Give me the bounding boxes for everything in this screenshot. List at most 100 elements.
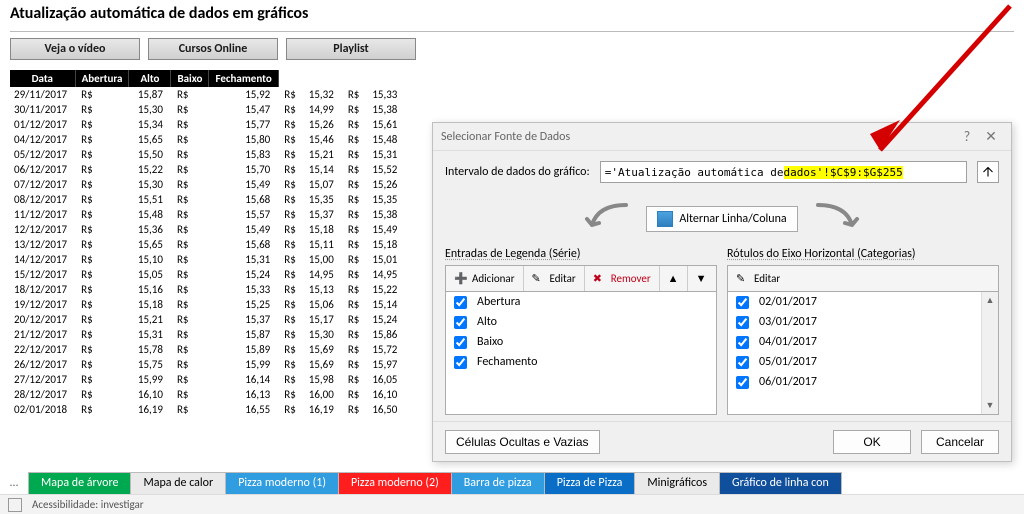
series-item[interactable]: Abertura [446,292,716,312]
courses-button[interactable]: Cursos Online [148,38,278,60]
table-row[interactable]: 27/12/2017R$15,99R$16,14R$15,98R$16,05 [10,372,405,387]
remove-label: Remover [611,272,651,285]
axis-item[interactable]: 06/01/2017 [728,372,998,392]
hidden-cells-button[interactable]: Células Ocultas e Vazias [445,430,600,454]
axis-label: 04/01/2017 [759,335,817,349]
playlist-button[interactable]: Playlist [286,38,416,60]
series-label: Fechamento [477,355,537,369]
table-row[interactable]: 15/12/2017R$15,05R$15,24R$14,95R$14,95 [10,267,405,282]
axis-item[interactable]: 02/01/2017 [728,292,998,312]
add-label: Adicionar [472,272,515,285]
axis-checkbox[interactable] [736,316,749,329]
scroll-up-icon[interactable]: ▲ [982,292,998,309]
chart-range-label: Intervalo de dados do gráfico: [445,165,590,179]
close-icon[interactable]: ✕ [979,128,1003,145]
help-icon[interactable]: ? [955,128,979,145]
table-row[interactable]: 26/12/2017R$15,75R$15,99R$15,69R$15,97 [10,357,405,372]
table-row[interactable]: 11/12/2017R$15,48R$15,57R$15,37R$15,38 [10,207,405,222]
table-row[interactable]: 13/12/2017R$15,65R$15,68R$15,11R$15,18 [10,237,405,252]
series-checkbox[interactable] [454,356,467,369]
axis-item[interactable]: 03/01/2017 [728,312,998,332]
legend-panel: Entradas de Legenda (Série) ➕Adicionar ✎… [445,245,717,415]
table-row[interactable]: 04/12/2017R$15,65R$15,80R$15,46R$15,48 [10,132,405,147]
sheet-tab[interactable]: Barra de pizza [451,472,545,494]
series-listbox[interactable]: AberturaAltoBaixo Fechamento [445,291,717,415]
series-checkbox[interactable] [454,336,467,349]
cancel-button[interactable]: Cancelar [921,430,999,454]
table-row[interactable]: 08/12/2017R$15,51R$15,68R$15,35R$15,35 [10,192,405,207]
accessibility-status: Acessibilidade: investigar [32,498,144,511]
series-item[interactable]: Fechamento [446,352,716,372]
scrollbar[interactable]: ▲ ▼ [981,292,998,414]
table-row[interactable]: 02/01/2018R$16,19R$16,55R$16,19R$16,50 [10,402,405,417]
video-button[interactable]: Veja o vídeo [10,38,140,60]
axis-checkbox[interactable] [736,376,749,389]
table-row[interactable]: 14/12/2017R$15,10R$15,31R$15,00R$15,01 [10,252,405,267]
divider [10,31,1014,32]
table-row[interactable]: 01/12/2017R$15,34R$15,77R$15,26R$15,61 [10,117,405,132]
sheet-tab[interactable]: Mapa de calor [130,472,226,494]
col-header: Data [10,70,75,87]
sheet-tab[interactable]: Pizza de Pizza [544,472,636,494]
axis-item[interactable]: 04/01/2017 [728,332,998,352]
series-item[interactable]: Alto [446,312,716,332]
axis-item[interactable]: 05/01/2017 [728,352,998,372]
remove-icon: ✖ [593,272,607,286]
sheet-tab[interactable]: Gráfico de linha con [719,472,842,494]
table-row[interactable]: 20/12/2017R$15,21R$15,37R$15,17R$15,24 [10,312,405,327]
page-title: Atualização automática de dados em gráfi… [0,0,1024,31]
table-row[interactable]: 19/12/2017R$15,18R$15,25R$15,06R$15,14 [10,297,405,312]
sheet-tab[interactable]: Pizza moderno (1) [225,472,339,494]
move-down-button[interactable]: ▼ [688,266,715,291]
axis-toolbar: ✎Editar [727,265,999,291]
edit-icon: ✎ [532,272,546,286]
switch-row-col-button[interactable]: Alternar Linha/Coluna [646,206,797,232]
series-checkbox[interactable] [454,316,467,329]
add-series-button[interactable]: ➕Adicionar [446,266,524,291]
data-table: DataAberturaAltoBaixoFechamento 29/11/20… [10,70,405,417]
table-row[interactable]: 07/12/2017R$15,30R$15,49R$15,07R$15,26 [10,177,405,192]
series-checkbox[interactable] [454,296,467,309]
axis-panel-label: Rótulos do Eixo Horizontal (Categorias) [727,247,999,261]
series-item[interactable]: Baixo [446,332,716,352]
dialog-titlebar[interactable]: Selecionar Fonte de Dados ? ✕ [433,123,1011,151]
table-row[interactable]: 29/11/2017R$15,87R$15,92R$15,32R$15,33 [10,87,405,102]
range-picker-button[interactable] [977,161,999,183]
chart-range-input[interactable]: ='Atualização automática de dados'!$C$9:… [600,161,967,183]
col-header: Alto [129,70,171,87]
edit-axis-button[interactable]: ✎Editar [728,266,788,291]
sheet-tabs: … Mapa de árvoreMapa de calorPizza moder… [0,472,841,494]
axis-label: 06/01/2017 [759,375,817,389]
statusbar: Acessibilidade: investigar [0,494,1024,514]
edit-series-button[interactable]: ✎ Editar [524,266,585,291]
sheet-tab[interactable]: Minigráficos [634,472,720,494]
axis-checkbox[interactable] [736,296,749,309]
axis-label: 03/01/2017 [759,315,817,329]
chart-range-row: Intervalo de dados do gráfico: ='Atualiz… [445,161,999,183]
scroll-down-icon[interactable]: ▼ [982,397,998,414]
ok-button[interactable]: OK [833,430,911,454]
move-up-button[interactable]: ▲ [660,266,688,291]
table-row[interactable]: 28/12/2017R$16,10R$16,13R$16,00R$16,10 [10,387,405,402]
tabs-scroll-prev[interactable]: … [0,472,28,494]
table-row[interactable]: 12/12/2017R$15,36R$15,49R$15,18R$15,49 [10,222,405,237]
table-row[interactable]: 30/11/2017R$15,30R$15,47R$14,99R$15,38 [10,102,405,117]
axis-checkbox[interactable] [736,356,749,369]
axis-checkbox[interactable] [736,336,749,349]
table-row[interactable]: 18/12/2017R$15,16R$15,33R$15,13R$15,22 [10,282,405,297]
table-row[interactable]: 06/12/2017R$15,22R$15,70R$15,14R$15,52 [10,162,405,177]
range-text-highlight: dados'!$C$9:$G$255 [784,166,903,179]
remove-series-button[interactable]: ✖ Remover [585,266,660,291]
axis-panel: Rótulos do Eixo Horizontal (Categorias) … [727,245,999,415]
edit-label: Editar [550,272,576,285]
col-header: Abertura [75,70,129,87]
table-row[interactable]: 21/12/2017R$15,31R$15,87R$15,30R$15,86 [10,327,405,342]
axis-listbox[interactable]: ▲ ▼ 02/01/2017 03/01/2017 04/01/2017 05/01/… [727,291,999,415]
table-row[interactable]: 22/12/2017R$15,78R$15,89R$15,69R$15,72 [10,342,405,357]
table-row[interactable]: 05/12/2017R$15,50R$15,83R$15,21R$15,31 [10,147,405,162]
arrow-left-icon [580,199,636,239]
range-text-prefix: ='Atualização automática de [605,166,784,179]
dialog-footer: Células Ocultas e Vazias OK Cancelar [433,421,1011,461]
sheet-tab[interactable]: Mapa de árvore [28,472,131,494]
sheet-tab[interactable]: Pizza moderno (2) [338,472,452,494]
